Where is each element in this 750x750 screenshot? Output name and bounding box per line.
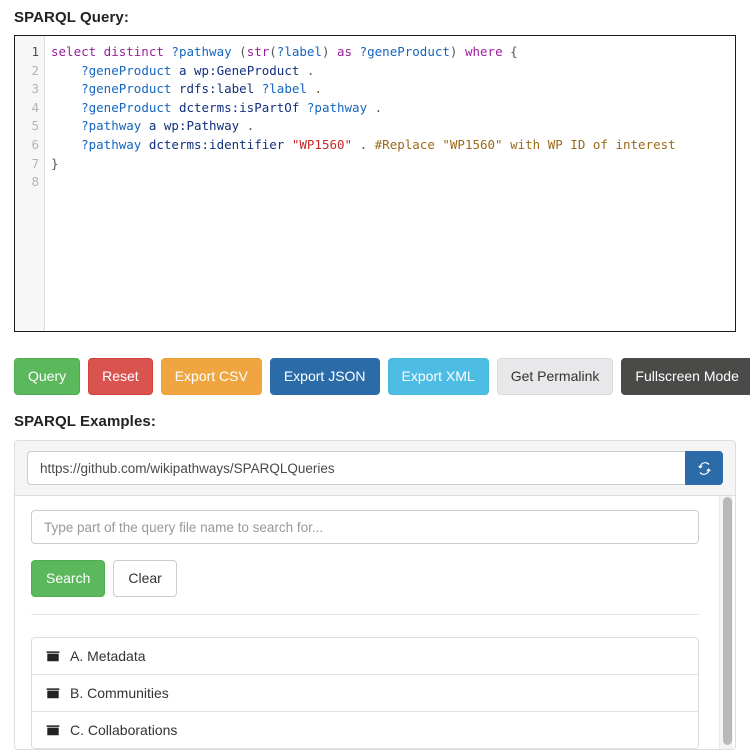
code-token: ?geneProduct (81, 99, 179, 115)
folder-list-item[interactable]: C. Collaborations (32, 712, 698, 748)
sparql-examples-panel: Search Clear A. Metadata B. Communities C.… (14, 440, 736, 750)
code-token: str (246, 44, 270, 59)
editor-line-number: 7 (31, 155, 39, 171)
editor-line-number: 4 (31, 99, 39, 115)
reset-button[interactable]: Reset (88, 358, 153, 395)
code-token: ?geneProduct (81, 81, 179, 97)
editor-code-line: select distinct ?pathway (str(?label) as… (51, 43, 735, 62)
folder-list-item[interactable]: B. Communities (32, 675, 698, 712)
editor-code-area[interactable]: select distinct ?pathway (str(?label) as… (45, 36, 735, 331)
examples-scrollbar[interactable] (719, 496, 733, 749)
repository-url-input[interactable] (27, 451, 685, 485)
editor-line-number: 5 (31, 118, 39, 134)
editor-code-line: ?geneProduct rdfs:label ?label . (51, 80, 735, 99)
folder-icon (46, 687, 60, 698)
code-token: ?geneProduct (359, 44, 450, 59)
editor-line-number: 6 (31, 136, 39, 152)
refresh-icon-button[interactable] (685, 451, 723, 485)
editor-code-line: ?geneProduct a wp:GeneProduct . (51, 62, 735, 81)
sparql-query-title: SPARQL Query: (14, 9, 129, 26)
examples-scrollbar-thumb[interactable] (723, 497, 732, 745)
code-token: #Replace "WP1560" with WP ID of interest (374, 136, 676, 152)
code-token: { (510, 44, 518, 59)
code-token: ?pathway (81, 136, 149, 152)
editor-code-line: ?geneProduct dcterms:isPartOf ?pathway . (51, 99, 735, 118)
code-token: dcterms:identifier (148, 136, 292, 152)
code-token: ( (239, 44, 247, 59)
folder-item-label: B. Communities (70, 685, 169, 701)
code-token: ?pathway (171, 44, 240, 59)
export-xml-button[interactable]: Export XML (387, 358, 489, 395)
editor-line-number: 1 (31, 44, 39, 59)
section-divider (31, 614, 699, 615)
editor-line-number: 2 (31, 62, 39, 78)
code-token: a (148, 118, 164, 134)
search-button[interactable]: Search (31, 560, 106, 597)
fullscreen-mode-button[interactable]: Fullscreen Mode (621, 358, 750, 395)
code-token: ?pathway (306, 99, 375, 115)
folder-list: A. Metadata B. Communities C. Collaboratio… (31, 637, 699, 749)
code-token: ) (449, 44, 465, 59)
editor-code-line: } (51, 155, 735, 174)
code-token: ?label (276, 44, 322, 59)
query-button[interactable]: Query (14, 358, 81, 395)
code-token: . (314, 81, 322, 97)
code-token: wp:Pathway (163, 118, 247, 134)
code-token: a (178, 62, 195, 78)
code-token: ( (269, 44, 277, 59)
code-token: } (51, 155, 59, 171)
examples-panel-header (15, 441, 735, 496)
folder-item-label: C. Collaborations (70, 722, 178, 738)
code-token: rdfs:label (178, 81, 262, 97)
code-token: wp:GeneProduct (194, 62, 307, 78)
code-token: as (337, 44, 360, 59)
query-action-button-row: Query Reset Export CSV Export JSON Export XM… (14, 358, 750, 395)
editor-code-line (51, 173, 735, 192)
editor-code-line: ?pathway dcterms:identifier "WP1560" . #… (51, 136, 735, 155)
code-token: "WP1560" (291, 136, 360, 152)
code-token: ) (321, 44, 338, 59)
code-token: . (306, 62, 315, 78)
code-token: select distinct (51, 44, 172, 59)
editor-code-line: ?pathway a wp:Pathway . (51, 117, 735, 136)
folder-icon (46, 724, 60, 735)
search-input[interactable] (31, 510, 699, 544)
code-token: dcterms:isPartOf (178, 99, 307, 115)
code-token: ?label (261, 81, 315, 97)
folder-list-item[interactable]: A. Metadata (32, 638, 698, 675)
sparql-query-page: SPARQL Query: 1 2 3 4 5 6 7 8 select distinct ?… (0, 0, 750, 750)
editor-line-number-gutter: 1 2 3 4 5 6 7 8 (15, 36, 45, 331)
editor-line-number: 8 (31, 174, 39, 190)
examples-panel-body: Search Clear A. Metadata B. Communities C.… (15, 496, 735, 749)
sparql-examples-title: SPARQL Examples: (14, 413, 156, 430)
export-json-button[interactable]: Export JSON (269, 358, 380, 395)
code-token: . (246, 118, 255, 134)
code-token: . (359, 136, 375, 152)
refresh-icon (697, 461, 711, 475)
clear-button[interactable]: Clear (113, 560, 177, 597)
folder-item-label: A. Metadata (70, 648, 146, 664)
code-token: ?geneProduct (81, 62, 179, 78)
sparql-code-editor[interactable]: 1 2 3 4 5 6 7 8 select distinct ?pathway (str(?… (14, 35, 736, 332)
folder-icon (46, 650, 60, 661)
search-button-row: Search Clear (31, 560, 719, 597)
export-csv-button[interactable]: Export CSV (160, 358, 262, 395)
code-token: . (374, 99, 383, 115)
code-token: where (464, 44, 511, 59)
get-permalink-button[interactable]: Get Permalink (496, 358, 614, 395)
code-token: ?pathway (81, 118, 149, 134)
editor-line-number: 3 (31, 81, 39, 97)
